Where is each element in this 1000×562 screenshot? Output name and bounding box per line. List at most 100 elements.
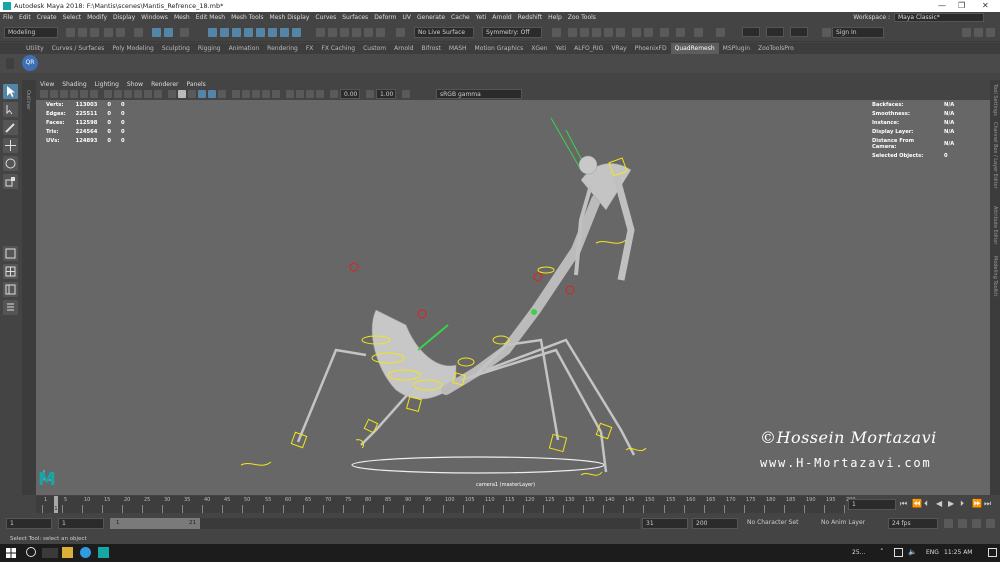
file-explorer-icon[interactable] [62,547,73,558]
perspective-viewport[interactable]: M Verts: 113003 0 0 Edges: 225511 0 0 Faces: 11… [36,100,990,495]
menu-redshift[interactable]: Redshift [518,14,542,21]
tray-chevron-icon[interactable]: ˄ [880,548,884,556]
task-view-icon[interactable] [42,548,58,558]
render-settings-icon[interactable] [604,28,613,37]
menu-mesh[interactable]: Mesh [174,14,190,21]
snap-point-icon[interactable] [340,28,349,37]
go-to-end-icon[interactable]: ⏭ [984,499,991,509]
default-material-icon[interactable] [188,90,196,98]
select-object-icon[interactable] [152,28,161,37]
character-set-dropdown[interactable]: No Character Set [744,518,816,529]
panel-menu-show[interactable]: Show [127,81,143,88]
open-scene-icon[interactable] [78,28,87,37]
fps-dropdown[interactable]: 24 fps [888,518,938,529]
wireframe-on-shaded-icon[interactable] [198,90,206,98]
single-perspective-layout-icon[interactable] [3,246,18,261]
menu-uv[interactable]: UV [403,14,412,21]
xray-joints-icon[interactable] [306,90,314,98]
tab-modeling-toolkit[interactable]: Modeling Toolkit [992,256,998,296]
undo-icon[interactable] [104,28,113,37]
view-transform-dropdown[interactable]: sRGB gamma [436,89,522,99]
shelf-tab-poly-modeling[interactable]: Poly Modeling [108,43,158,54]
render-view-icon[interactable] [568,28,577,37]
pick-mask-vertex-icon[interactable] [208,28,217,37]
z-field[interactable] [790,27,808,37]
quadremesh-shelf-button[interactable]: QR [22,55,38,71]
play-forward-icon[interactable]: ▶ [948,499,954,508]
shelf-tab-custom[interactable]: Custom [359,43,390,54]
current-frame-field[interactable]: 1 [848,499,896,510]
tab-tool-settings[interactable]: Tool Settings [992,84,998,116]
arnold-render-icon[interactable] [632,28,641,37]
toggle-attribute-editor-icon[interactable] [974,28,983,37]
pause-icon[interactable] [694,28,703,37]
lasso-tool-icon[interactable] [3,102,18,117]
windows-start-icon[interactable] [6,548,16,558]
step-back-icon[interactable]: ⏪ [912,499,922,508]
shelf-tab-rigging[interactable]: Rigging [194,43,225,54]
shelf-tab-rendering[interactable]: Rendering [263,43,302,54]
maya-taskbar-icon[interactable] [98,547,109,558]
hypershade-icon[interactable] [616,28,625,37]
menu-surfaces[interactable]: Surfaces [342,14,368,21]
select-component-icon[interactable] [164,28,173,37]
shelf-options-icon[interactable] [6,58,14,69]
pick-mask-face-icon[interactable] [232,28,241,37]
paint-select-tool-icon[interactable] [3,120,18,135]
menu-help[interactable]: Help [548,14,562,21]
menu-modify[interactable]: Modify [87,14,107,21]
xray-icon[interactable] [296,90,304,98]
shelf-tab-mash[interactable]: MASH [445,43,471,54]
pick-mask-misc-icon[interactable] [268,28,277,37]
pick-mask-shell-icon[interactable] [256,28,265,37]
shelf-tab-vray[interactable]: VRay [607,43,630,54]
current-time-marker[interactable]: 1 [54,496,59,513]
menu-mesh-display[interactable]: Mesh Display [270,14,310,21]
shelf-tab-fx[interactable]: FX [302,43,318,54]
select-hierarchy-icon[interactable] [134,28,143,37]
select-by-type-icon[interactable] [180,28,189,37]
exposure-icon[interactable] [330,90,338,98]
pick-mask-uv-icon[interactable] [244,28,253,37]
color-management-icon[interactable] [402,90,410,98]
toggle-channel-box-icon[interactable] [986,28,995,37]
workspace-dropdown[interactable]: Maya Classic* [894,13,984,22]
menu-mesh-tools[interactable]: Mesh Tools [231,14,263,21]
menu-cache[interactable]: Cache [451,14,470,21]
pick-mask-joint-icon[interactable] [292,28,301,37]
select-tool-icon[interactable] [3,84,18,99]
gate-mask-icon[interactable] [134,90,142,98]
step-back-key-icon[interactable]: ⏴ [924,499,928,509]
outliner-layout-icon[interactable] [3,300,18,315]
pick-mask-edge-icon[interactable] [220,28,229,37]
grease-pencil-icon[interactable] [90,90,98,98]
time-slider-track[interactable]: 1 5 10 15 20 25 30 35 40 45 50 55 60 65 70 75 80 85 90 95 10… [36,496,856,513]
menu-curves[interactable]: Curves [315,14,336,21]
range-slider-track[interactable]: 1 21 [110,518,640,529]
y-field[interactable] [766,27,784,37]
maximize-button[interactable]: ❐ [958,1,965,10]
rotate-tool-icon[interactable] [3,156,18,171]
search-icon[interactable] [26,547,36,557]
select-camera-icon[interactable] [40,90,48,98]
playback-start-field[interactable]: 1 [58,518,104,529]
construction-history-icon[interactable] [552,28,561,37]
menu-windows[interactable]: Windows [141,14,168,21]
weather-temperature[interactable]: 25... [852,549,865,556]
camera-attributes-icon[interactable] [50,90,58,98]
shelf-tab-curves-surfaces[interactable]: Curves / Surfaces [48,43,109,54]
snap-together-icon[interactable] [376,28,385,37]
script-editor-icon[interactable] [972,519,981,528]
menu-generate[interactable]: Generate [417,14,445,21]
volume-icon[interactable]: 🔈 [908,548,917,556]
input-language[interactable]: ENG [926,549,939,556]
panel-menu-lighting[interactable]: Lighting [95,81,119,88]
sign-in-dropdown[interactable]: Sign In [832,27,884,38]
pick-mask-rendering-icon[interactable] [280,28,289,37]
smooth-shade-icon[interactable] [178,90,186,98]
menu-select[interactable]: Select [63,14,82,21]
scale-tool-icon[interactable] [3,174,18,189]
shelf-tab-quadremesh[interactable]: QuadRemesh [670,43,719,54]
menu-create[interactable]: Create [37,14,57,21]
exposure-field[interactable]: 0.00 [340,89,360,99]
